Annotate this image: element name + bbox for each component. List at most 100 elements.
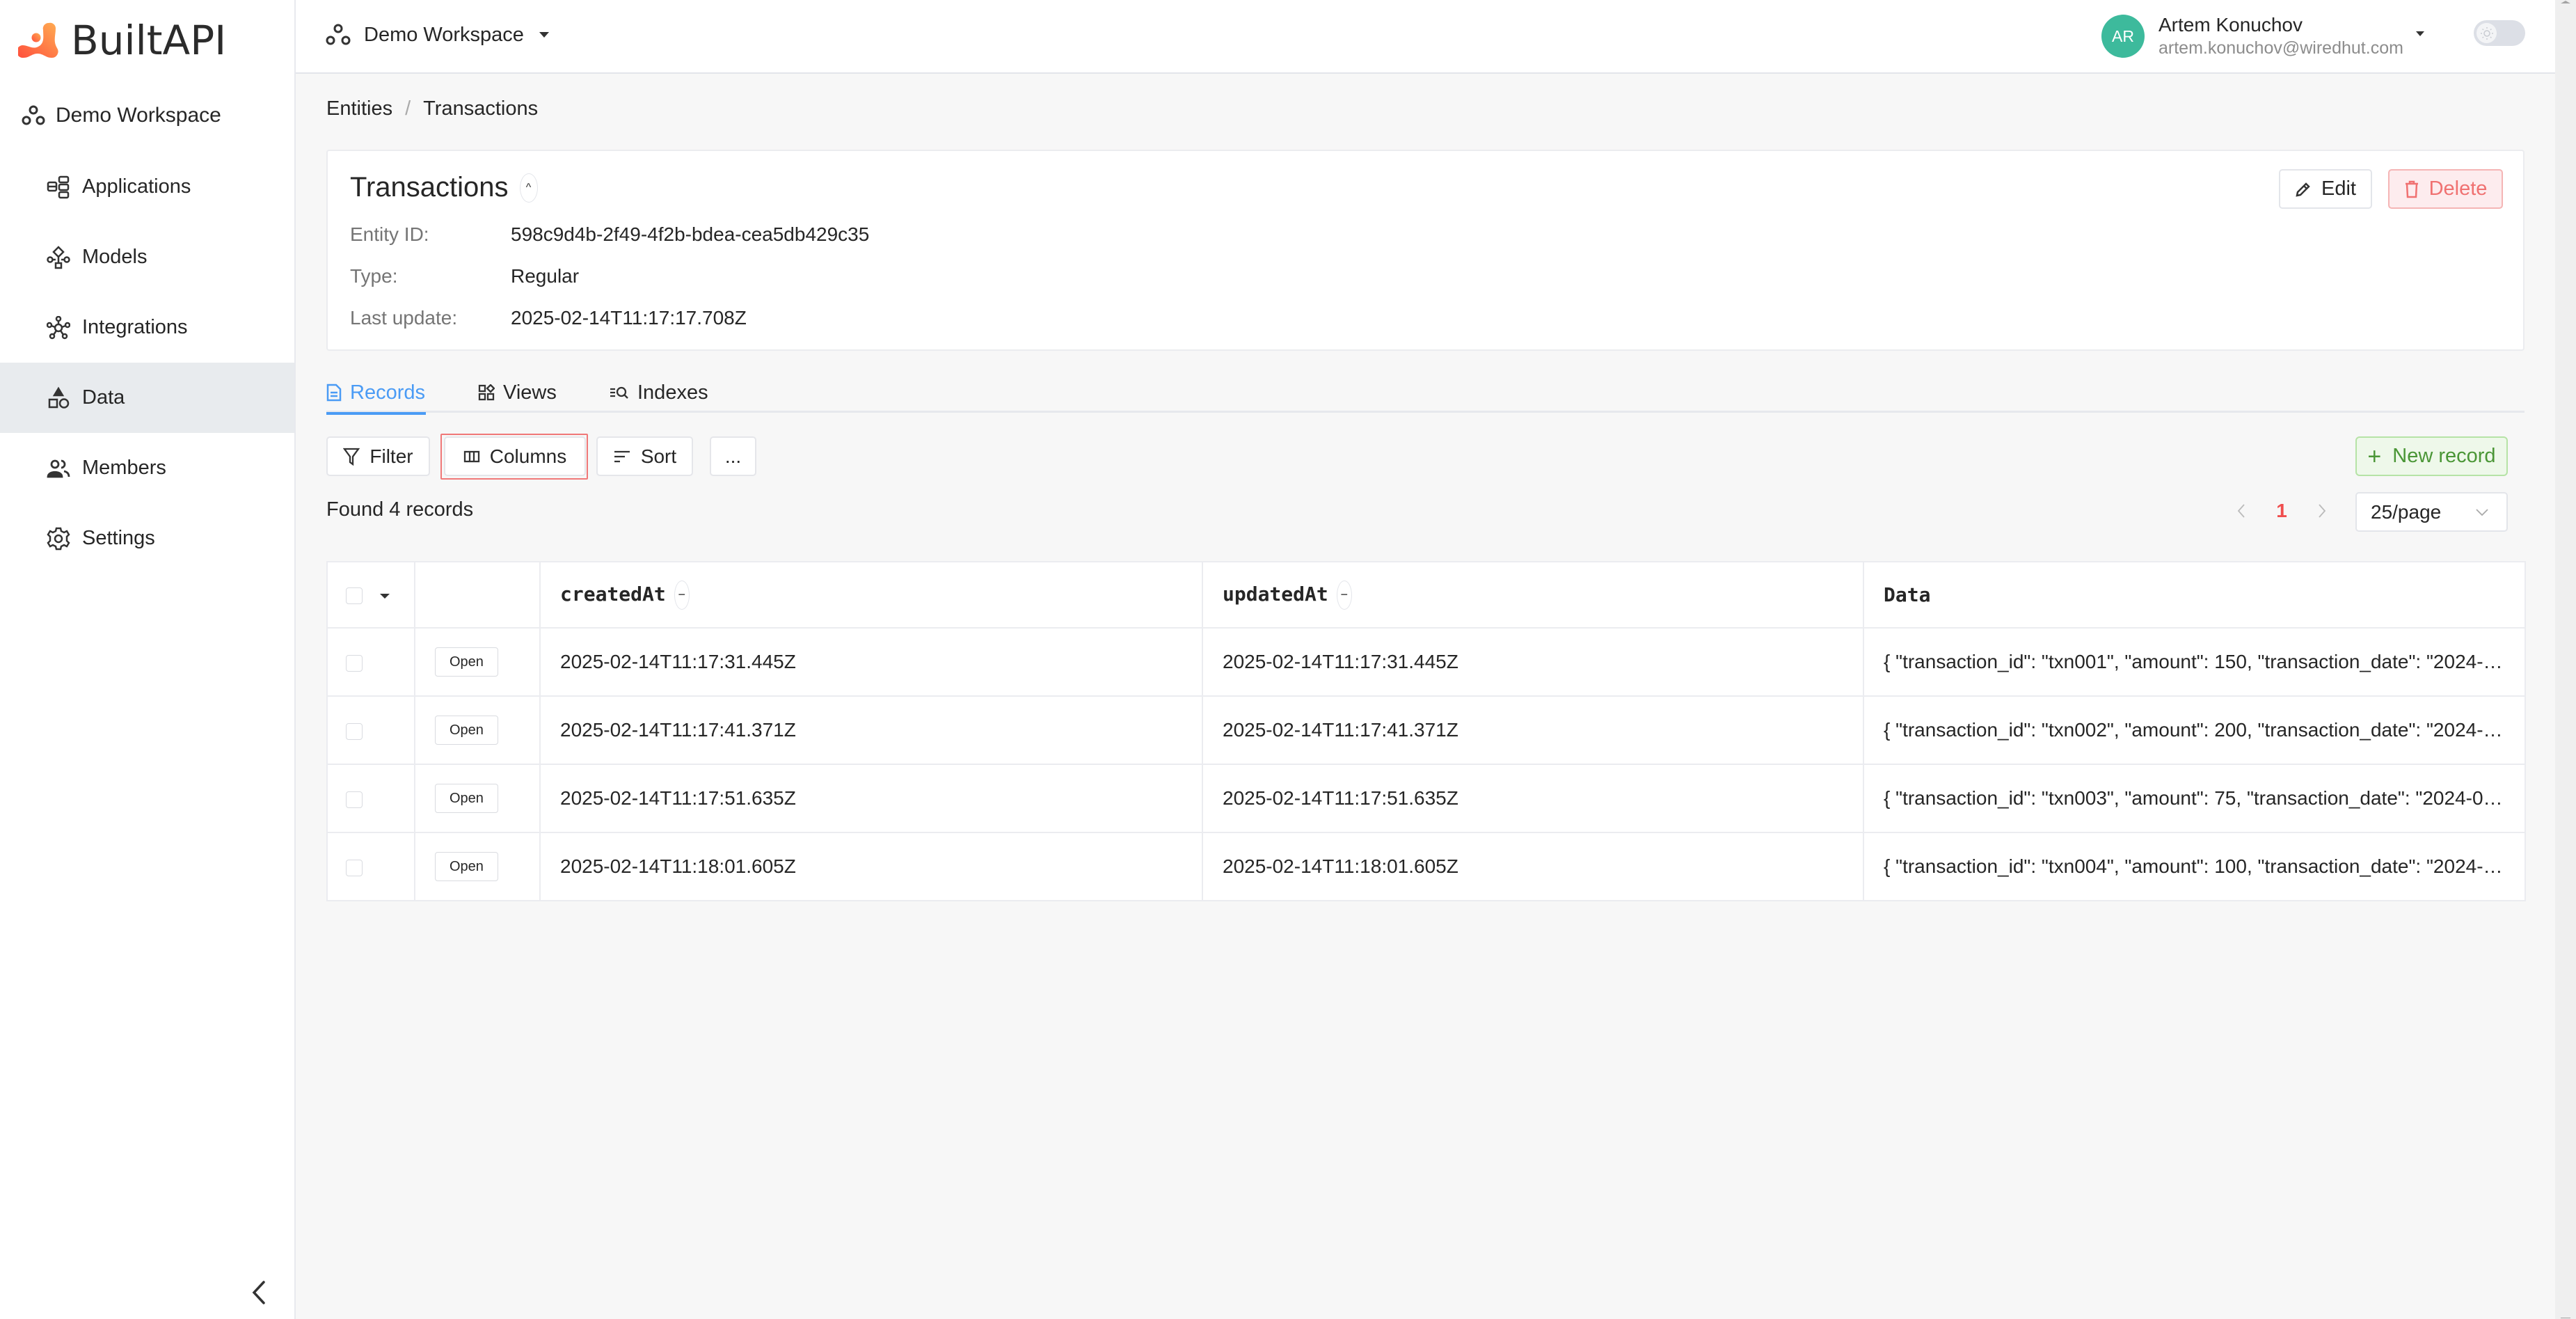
delete-button[interactable]: Delete — [2388, 169, 2503, 209]
collapse-sidebar-button[interactable] — [244, 1277, 274, 1308]
column-toggle-button[interactable]: − — [674, 580, 690, 610]
more-options-label: ... — [724, 445, 742, 467]
row-checkbox[interactable] — [346, 722, 363, 740]
created-at-cell: 2025-02-14T11:17:31.445Z — [539, 627, 1203, 697]
sort-button[interactable]: Sort — [596, 436, 693, 476]
records-table: createdAt − updatedAt − Data Open 2025-02-… — [326, 561, 2526, 901]
avatar-initials: AR — [2112, 26, 2134, 45]
row-checkbox[interactable] — [346, 859, 363, 876]
open-column-header — [414, 561, 541, 629]
more-options-button[interactable]: ... — [710, 436, 756, 476]
user-name: Artem Konuchov — [2158, 14, 2303, 35]
row-select-cell — [326, 695, 415, 765]
created-at-cell: 2025-02-14T11:17:51.635Z — [539, 764, 1203, 833]
open-record-button[interactable]: Open — [435, 784, 498, 813]
sidebar-item-label: Settings — [82, 527, 155, 549]
updated-at-cell: 2025-02-14T11:18:01.605Z — [1202, 832, 1864, 901]
theme-toggle[interactable] — [2474, 20, 2525, 46]
breadcrumb-entities[interactable]: Entities — [326, 97, 392, 120]
created-at-cell: 2025-02-14T11:18:01.605Z — [539, 832, 1203, 901]
row-select-cell — [326, 764, 415, 833]
created-at-cell: 2025-02-14T11:17:41.371Z — [539, 695, 1203, 765]
page-size-select[interactable]: 25/page — [2355, 492, 2508, 532]
topbar: Demo Workspace AR Artem Konuchov artem.k… — [296, 0, 2555, 74]
updated-at-cell: 2025-02-14T11:17:31.445Z — [1202, 627, 1864, 697]
data-cell: { "transaction_id": "txn004", "amount": … — [1863, 832, 2526, 901]
new-record-button[interactable]: + New record — [2355, 436, 2508, 476]
user-menu[interactable]: AR Artem Konuchov artem.konuchov@wiredhu… — [2101, 10, 2424, 63]
breadcrumb-transactions[interactable]: Transactions — [423, 97, 538, 120]
user-info: Artem Konuchov artem.konuchov@wiredhut.c… — [2158, 13, 2403, 59]
sidebar-item-label: Applications — [82, 175, 191, 198]
columns-button[interactable]: Columns — [444, 436, 586, 476]
sidebar-item-data[interactable]: Data — [0, 363, 294, 433]
row-open-cell: Open — [414, 764, 541, 833]
sidebar-item-settings[interactable]: Settings — [0, 503, 294, 574]
data-icon — [46, 386, 71, 411]
workspace-switcher[interactable]: Demo Workspace — [325, 19, 549, 50]
table-row: Open 2025-02-14T11:17:31.445Z 2025-02-14… — [326, 627, 2526, 697]
pagination-page-1[interactable]: 1 — [2271, 494, 2292, 528]
caret-down-icon — [2415, 31, 2424, 36]
new-record-label: New record — [2392, 445, 2496, 467]
avatar: AR — [2101, 15, 2145, 58]
sidebar-item-members[interactable]: Members — [0, 433, 294, 503]
sidebar-item-models[interactable]: Models — [0, 222, 294, 292]
page-size-value: 25/page — [2371, 500, 2442, 523]
pagination-prev[interactable] — [2231, 494, 2252, 528]
entity-type-row: Type: Regular — [350, 265, 579, 287]
row-checkbox[interactable] — [346, 654, 363, 672]
column-header-label: Data — [1884, 583, 1931, 606]
logo[interactable]: BuiltAPI — [18, 17, 226, 64]
sidebar-workspace[interactable]: Demo Workspace — [21, 100, 221, 131]
entity-id-row: Entity ID: 598c9d4b-2f49-4f2b-bdea-cea5d… — [350, 223, 869, 246]
sidebar-item-applications[interactable]: Applications — [0, 152, 294, 222]
entity-last-update-label: Last update: — [350, 307, 458, 329]
column-header-updatedAt: updatedAt − — [1202, 561, 1864, 629]
builtapi-logo-icon — [18, 22, 58, 58]
views-icon — [478, 384, 495, 401]
scroll-up-arrow-icon[interactable] — [2561, 1, 2570, 3]
selection-menu-caret-icon[interactable] — [380, 593, 390, 599]
pagination-next[interactable] — [2312, 494, 2332, 528]
applications-icon — [46, 175, 71, 200]
vertical-scrollbar[interactable] — [2555, 0, 2576, 1319]
sun-icon — [2476, 23, 2497, 43]
breadcrumb-separator: / — [405, 97, 411, 120]
collapse-details-button[interactable]: ^ — [519, 173, 538, 203]
row-open-cell: Open — [414, 627, 541, 697]
tab-views[interactable]: Views — [478, 372, 557, 413]
open-record-button[interactable]: Open — [435, 647, 498, 677]
open-record-button[interactable]: Open — [435, 852, 498, 881]
chevron-up-icon: ^ — [525, 181, 532, 193]
row-checkbox[interactable] — [346, 791, 363, 808]
models-icon — [46, 245, 71, 270]
row-select-cell — [326, 832, 415, 901]
tab-indexes[interactable]: Indexes — [610, 372, 708, 413]
row-open-cell: Open — [414, 695, 541, 765]
plus-icon: + — [2367, 443, 2382, 470]
table-header-row: createdAt − updatedAt − Data — [326, 561, 2526, 629]
select-all-checkbox[interactable] — [346, 587, 363, 604]
sidebar-nav: Applications Models Integrations Data Me… — [0, 152, 294, 574]
breadcrumb: Entities / Transactions — [326, 97, 538, 120]
column-toggle-button[interactable]: − — [1336, 580, 1352, 610]
open-record-button[interactable]: Open — [435, 716, 498, 745]
table-row: Open 2025-02-14T11:17:41.371Z 2025-02-14… — [326, 695, 2526, 765]
sidebar-item-integrations[interactable]: Integrations — [0, 292, 294, 363]
entity-id-label: Entity ID: — [350, 223, 429, 245]
entity-header: Transactions ^ — [350, 172, 538, 203]
gear-icon — [46, 526, 71, 551]
tab-label: Records — [350, 381, 425, 404]
sidebar-item-label: Data — [82, 386, 125, 409]
tab-records[interactable]: Records — [326, 372, 426, 415]
table-row: Open 2025-02-14T11:18:01.605Z 2025-02-14… — [326, 832, 2526, 901]
table-row: Open 2025-02-14T11:17:51.635Z 2025-02-14… — [326, 764, 2526, 833]
edit-button[interactable]: Edit — [2279, 169, 2372, 209]
chevron-left-icon — [252, 1281, 265, 1304]
records-count: Found 4 records — [326, 498, 474, 521]
sort-label: Sort — [640, 445, 677, 467]
filter-button[interactable]: Filter — [326, 436, 430, 476]
edit-label: Edit — [2321, 177, 2356, 200]
user-email: artem.konuchov@wiredhut.com — [2158, 38, 2403, 58]
